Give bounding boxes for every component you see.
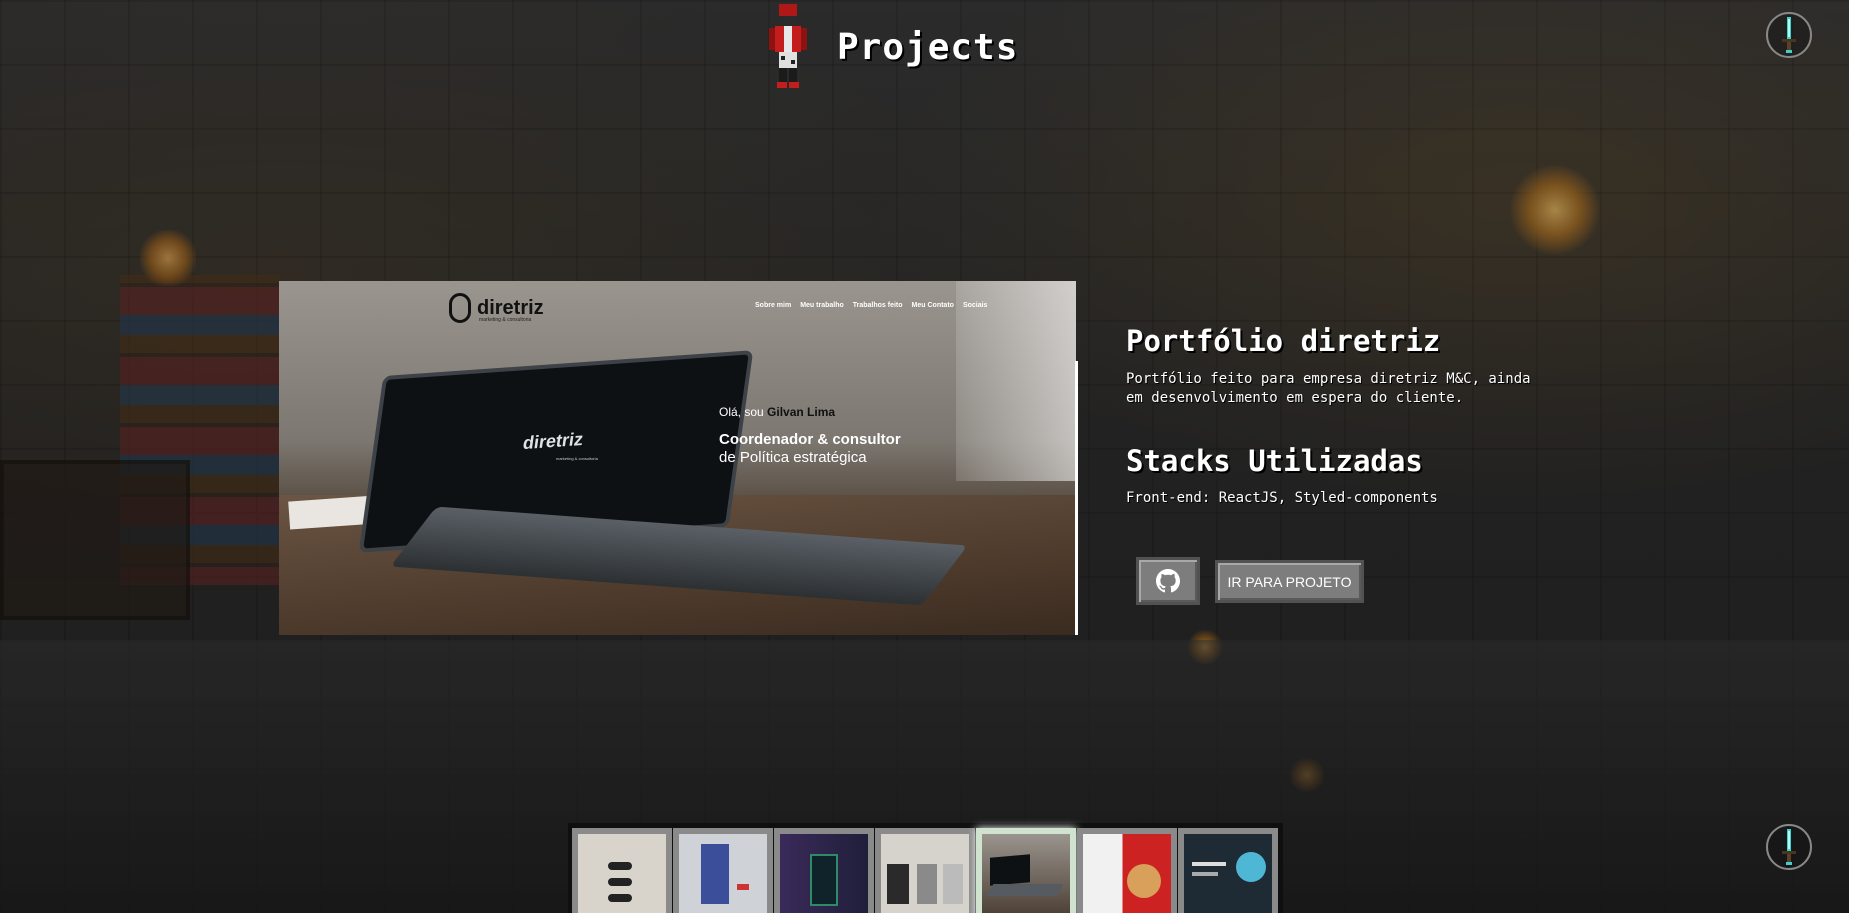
diretriz-logo-icon <box>449 293 471 323</box>
stacks-heading: Stacks Utilizadas <box>1126 444 1423 478</box>
preview-screen-logo: diretriz <box>521 428 585 454</box>
project-thumbnail-active[interactable] <box>976 828 1076 913</box>
sword-icon <box>1782 829 1796 865</box>
page-title: Projects <box>837 26 1019 68</box>
project-info-panel: Portfólio diretriz Portfólio feito para … <box>1126 322 1546 506</box>
preview-nav-item: Sociais <box>962 302 988 309</box>
stacks-list: Front-end: ReactJS, Styled-components <box>1126 490 1438 506</box>
project-title: Portfólio diretriz <box>1126 324 1441 358</box>
project-description: Portfólio feito para empresa diretriz M&… <box>1126 371 1531 406</box>
preview-nav-item: Meu Contato <box>911 302 954 309</box>
project-thumbnail[interactable] <box>1178 828 1278 913</box>
go-to-project-button[interactable]: IR PARA PROJETO <box>1215 560 1364 603</box>
preview-role-line2: de Política estratégica <box>719 449 867 466</box>
project-thumbnail[interactable] <box>875 828 975 913</box>
github-icon <box>1156 569 1180 593</box>
preview-nav-item: Sobre mim <box>755 302 792 309</box>
pixel-avatar-icon <box>765 2 811 92</box>
sword-toggle-button-top[interactable] <box>1766 12 1812 58</box>
preview-greeting: Olá, sou Gilvan Lima <box>719 405 835 419</box>
project-thumbnail[interactable] <box>774 828 874 913</box>
project-thumbnail[interactable] <box>1077 828 1177 913</box>
preview-greeting-name: Gilvan Lima <box>767 405 836 419</box>
preview-nav: Sobre mim Meu trabalho Trabalhos feito M… <box>755 302 987 309</box>
github-button[interactable] <box>1136 557 1200 605</box>
sword-icon <box>1782 17 1796 53</box>
preview-nav-item: Trabalhos feito <box>852 302 903 309</box>
project-thumbnail-bar <box>568 823 1283 913</box>
preview-edge-line <box>1075 361 1078 635</box>
preview-greeting-prefix: Olá, sou <box>719 405 764 419</box>
project-preview-image[interactable]: diretriz marketing & consultoria diretri… <box>279 281 1076 635</box>
preview-screen-logo-sub: marketing & consultoria <box>556 456 598 461</box>
preview-window-light <box>956 281 1076 481</box>
sword-toggle-button-bottom[interactable] <box>1766 824 1812 870</box>
preview-nav-item: Meu trabalho <box>800 302 844 309</box>
project-thumbnail[interactable] <box>673 828 773 913</box>
preview-logo-sub: marketing & consultoria <box>479 317 532 323</box>
project-thumbnail[interactable] <box>572 828 672 913</box>
preview-role-line1: Coordenador & consultor <box>719 431 901 448</box>
page-header: Projects <box>765 2 1018 92</box>
